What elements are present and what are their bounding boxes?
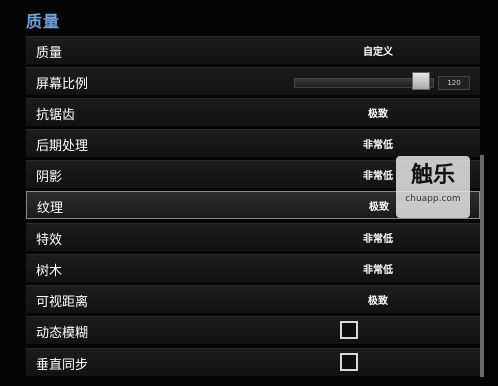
setting-value[interactable]: 非常低 xyxy=(318,136,438,151)
setting-row-view-distance[interactable]: 可视距离 极致 xyxy=(26,285,480,313)
setting-label: 纹理 xyxy=(37,201,64,216)
setting-label: 屏幕比例 xyxy=(36,77,89,92)
setting-label: 树木 xyxy=(36,264,63,279)
setting-row-trees[interactable]: 树木 非常低 xyxy=(26,254,480,282)
setting-row-vsync: 垂直同步 xyxy=(26,348,480,376)
screen-ratio-value: 120 xyxy=(438,76,470,90)
setting-row-anti-aliasing[interactable]: 抗锯齿 极致 xyxy=(26,98,480,126)
setting-value[interactable]: 自定义 xyxy=(318,43,438,58)
setting-row-effects[interactable]: 特效 非常低 xyxy=(26,223,480,251)
watermark-logo-text: 触乐 xyxy=(410,163,455,188)
section-title: 质量 xyxy=(26,12,61,31)
setting-value[interactable]: 非常低 xyxy=(318,261,438,276)
setting-row-post-processing[interactable]: 后期处理 非常低 xyxy=(26,129,480,157)
motion-blur-checkbox[interactable] xyxy=(340,321,358,339)
setting-row-quality[interactable]: 质量 自定义 xyxy=(26,36,480,64)
setting-value[interactable]: 极致 xyxy=(318,292,438,307)
scrollbar[interactable] xyxy=(480,155,484,377)
setting-label: 阴影 xyxy=(36,170,63,185)
setting-row-motion-blur: 动态模糊 xyxy=(26,316,480,344)
setting-label: 动态模糊 xyxy=(36,326,89,341)
setting-label: 后期处理 xyxy=(36,139,89,154)
watermark-logo: 触乐 chuapp.com xyxy=(396,156,470,218)
setting-value[interactable]: 非常低 xyxy=(318,230,438,245)
vsync-checkbox[interactable] xyxy=(340,353,358,371)
setting-label: 垂直同步 xyxy=(36,358,89,373)
setting-label: 质量 xyxy=(36,46,63,61)
watermark-url: chuapp.com xyxy=(405,194,461,204)
setting-value[interactable]: 极致 xyxy=(318,105,438,120)
setting-label: 可视距离 xyxy=(36,295,89,310)
setting-label: 抗锯齿 xyxy=(36,108,76,123)
setting-row-screen-ratio: 屏幕比例 120 xyxy=(26,67,480,95)
screen-ratio-slider-thumb[interactable] xyxy=(412,72,430,90)
setting-label: 特效 xyxy=(36,233,63,248)
